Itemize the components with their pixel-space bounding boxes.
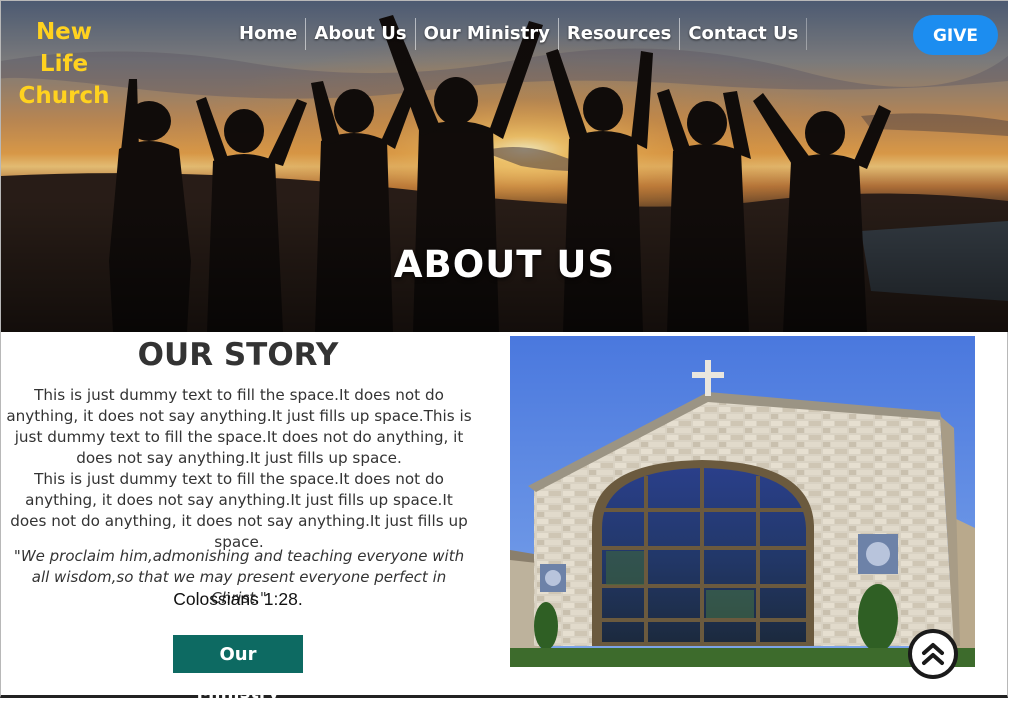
scroll-to-top-button[interactable]: [908, 629, 958, 679]
brand-line2: Church: [18, 83, 110, 109]
story-paragraph-1: This is just dummy text to fill the spac…: [6, 386, 472, 467]
church-illustration: [510, 336, 975, 667]
story-paragraph-2: This is just dummy text to fill the spac…: [10, 470, 468, 551]
main-nav: Home About Us Our Ministry Resources Con…: [231, 18, 808, 50]
scripture-reference: Colossians 1:28.: [173, 589, 303, 609]
hero-banner: New Life Church Home About Us Our Minist…: [1, 1, 1008, 332]
nav-about-us[interactable]: About Us: [306, 18, 416, 50]
nav-contact-us[interactable]: Contact Us: [680, 18, 808, 50]
hero-title: ABOUT US: [393, 243, 616, 286]
church-photo: [510, 336, 975, 667]
nav-resources[interactable]: Resources: [559, 18, 681, 50]
story-title: OUR STORY: [137, 337, 339, 373]
story-text: This is just dummy text to fill the spac…: [6, 385, 472, 553]
nav-home[interactable]: Home: [231, 18, 307, 50]
our-ministry-button[interactable]: Our Ministry: [173, 635, 303, 703]
give-button[interactable]: GIVE: [913, 15, 998, 55]
brand-line1: New Life: [35, 19, 93, 77]
double-chevron-up-icon: [922, 643, 944, 665]
site-logo[interactable]: New Life Church: [12, 16, 116, 112]
nav-our-ministry[interactable]: Our Ministry: [416, 18, 559, 50]
